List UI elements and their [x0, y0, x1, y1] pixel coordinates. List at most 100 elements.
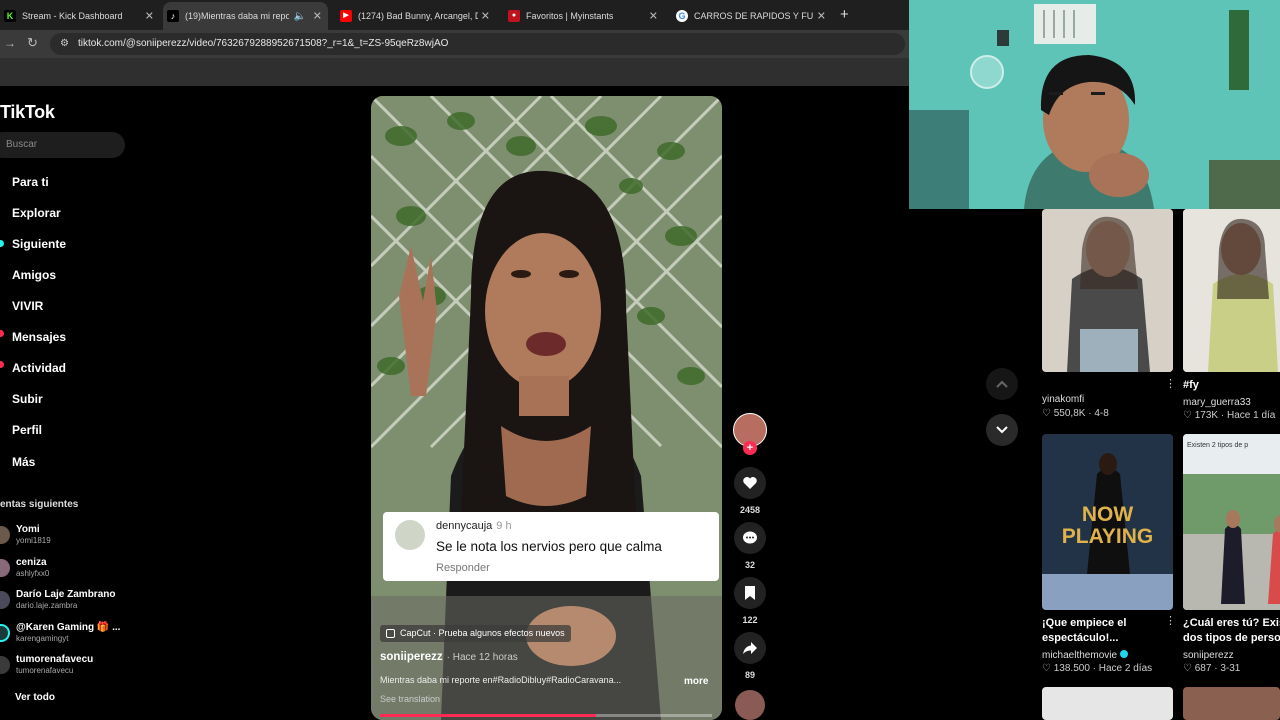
- nav-para-ti[interactable]: Para ti: [12, 175, 49, 189]
- comment-username: dennycauja: [436, 520, 493, 532]
- video-creator[interactable]: michaelthemovie: [1042, 650, 1129, 661]
- progress-fill: [380, 714, 596, 717]
- nav-vivir[interactable]: VIVIR: [12, 299, 43, 313]
- pinned-comment[interactable]: dennycauja 9 h Se le nota los nervios per…: [383, 512, 719, 581]
- comment-text: Se le nota los nervios pero que calma: [436, 539, 662, 554]
- thumbnail-image: [1183, 434, 1280, 610]
- tab-title: (19)Mientras daba mi repor: [185, 11, 289, 21]
- notification-dot: [0, 361, 4, 368]
- google-icon: G: [676, 10, 688, 22]
- tab-title: (1274) Bad Bunny, Arcangel, De: [358, 11, 478, 21]
- new-tab-button[interactable]: +: [840, 6, 849, 23]
- close-tab-icon[interactable]: ✕: [649, 10, 658, 23]
- tab-tiktok-video[interactable]: ♪ (19)Mientras daba mi repor 🔈 ✕: [163, 2, 328, 30]
- forward-icon[interactable]: →: [4, 36, 16, 50]
- comment-user[interactable]: dennycauja 9 h: [436, 520, 512, 532]
- close-tab-icon[interactable]: ✕: [313, 10, 322, 23]
- nav-subir[interactable]: Subir: [12, 392, 43, 406]
- video-title: #fy: [1183, 379, 1199, 391]
- tiktok-icon: ♪: [167, 10, 179, 22]
- video-thumbnail[interactable]: [1042, 209, 1173, 372]
- video-creator[interactable]: soniiperezz: [1183, 650, 1234, 661]
- chevron-down-icon: [996, 426, 1008, 434]
- previous-video-button[interactable]: [986, 368, 1018, 400]
- nav-mas[interactable]: Más: [12, 455, 35, 469]
- site-info-icon[interactable]: ⚙: [60, 38, 69, 49]
- comment-count: 32: [744, 560, 755, 570]
- tiktok-logo[interactable]: TikTok: [0, 102, 55, 123]
- like-count: 2458: [739, 505, 761, 515]
- browser-tab-bar: K Stream - Kick Dashboard ✕ ♪ (19)Mientr…: [0, 0, 910, 30]
- video-thumbnail[interactable]: [1042, 687, 1173, 720]
- posted-time: · Hace 12 horas: [446, 652, 518, 663]
- tab-google-search[interactable]: G CARROS DE RAPIDOS Y FURIOS ✕: [672, 4, 832, 28]
- video-author[interactable]: soniiperezz · Hace 12 horas: [380, 651, 518, 663]
- following-accounts-title: entas siguientes: [0, 499, 79, 510]
- like-button[interactable]: [734, 467, 766, 499]
- tab-myinstants[interactable]: ● Favoritos | Myinstants ✕: [504, 4, 664, 28]
- video-title: ¿Cuál eres tú? Exist: [1183, 617, 1280, 629]
- myinstants-icon: ●: [508, 10, 520, 22]
- video-title-line2: espectáculo!...: [1042, 632, 1119, 644]
- more-button[interactable]: more: [684, 676, 708, 687]
- capcut-icon: [386, 629, 395, 638]
- nav-perfil[interactable]: Perfil: [12, 423, 42, 437]
- address-bar: → ↻ ⚙ tiktok.com/@soniiperezz/video/7632…: [0, 30, 910, 58]
- video-creator[interactable]: yinakomfi: [1042, 394, 1084, 405]
- share-count: 89: [744, 670, 755, 680]
- video-progress-bar[interactable]: [380, 714, 712, 717]
- next-video-button[interactable]: [986, 414, 1018, 446]
- video-description: Mientras daba mi reporte en#RadioDibluy#…: [380, 675, 622, 685]
- youtube-icon: ▶: [340, 10, 352, 22]
- nav-explorar[interactable]: Explorar: [12, 206, 61, 220]
- nav-siguiente[interactable]: Siguiente: [12, 237, 66, 251]
- capcut-badge[interactable]: CapCut · Prueba algunos efectos nuevos: [380, 625, 571, 642]
- account-name: @Karen Gaming 🎁 ...: [16, 622, 121, 633]
- avatar: [0, 526, 10, 544]
- tab-title: CARROS DE RAPIDOS Y FURIOS: [694, 11, 814, 21]
- account-name: Darío Laje Zambrano: [16, 589, 116, 600]
- share-icon: [743, 642, 757, 654]
- see-translation-link[interactable]: See translation: [380, 694, 440, 704]
- close-tab-icon[interactable]: ✕: [481, 10, 490, 23]
- comment-button[interactable]: [734, 522, 766, 554]
- video-title: ¡Que empiece el: [1042, 617, 1127, 629]
- video-thumbnail[interactable]: NOW PLAYING: [1042, 434, 1173, 610]
- bookmarks-bar: [0, 58, 910, 86]
- capcut-label: CapCut · Prueba algunos efectos nuevos: [400, 628, 565, 638]
- follow-plus-icon[interactable]: +: [743, 441, 757, 455]
- search-input[interactable]: Buscar: [0, 132, 125, 158]
- video-thumbnail[interactable]: [1183, 209, 1280, 372]
- reply-button[interactable]: Responder: [436, 562, 490, 574]
- close-tab-icon[interactable]: ✕: [145, 10, 154, 23]
- share-button[interactable]: [734, 632, 766, 664]
- close-tab-icon[interactable]: ✕: [817, 10, 826, 23]
- tab-title: Favoritos | Myinstants: [526, 11, 614, 21]
- avatar: [0, 559, 10, 577]
- video-thumbnail[interactable]: Existen 2 tipos de p: [1183, 434, 1280, 610]
- tab-youtube[interactable]: ▶ (1274) Bad Bunny, Arcangel, De ✕: [336, 4, 496, 28]
- account-handle: yomi1819: [16, 536, 51, 545]
- notification-dot: [0, 330, 4, 337]
- nav-mensajes[interactable]: Mensajes: [12, 330, 66, 344]
- tab-kick-dashboard[interactable]: K Stream - Kick Dashboard ✕: [0, 4, 160, 28]
- account-handle: tumorenafavecu: [16, 666, 74, 675]
- reload-icon[interactable]: ↻: [27, 35, 38, 51]
- video-thumbnail[interactable]: [1183, 687, 1280, 720]
- comment-icon: [743, 531, 757, 544]
- nav-actividad[interactable]: Actividad: [12, 361, 66, 375]
- more-options-icon[interactable]: ⋮: [1165, 377, 1176, 390]
- see-all-link[interactable]: Ver todo: [15, 692, 55, 703]
- nav-amigos[interactable]: Amigos: [12, 268, 56, 282]
- video-creator[interactable]: mary_guerra33: [1183, 397, 1251, 408]
- speaker-icon[interactable]: 🔈: [294, 11, 306, 22]
- now-playing-overlay: NOW PLAYING: [1061, 503, 1154, 548]
- url-field[interactable]: ⚙ tiktok.com/@soniiperezz/video/76326792…: [50, 33, 905, 55]
- screen: K Stream - Kick Dashboard ✕ ♪ (19)Mientr…: [0, 0, 1280, 720]
- account-name: tumorenafavecu: [16, 654, 94, 665]
- notification-dot: [0, 240, 4, 247]
- thumbnail-image: [1183, 209, 1280, 372]
- account-name: ceniza: [16, 557, 47, 568]
- music-disc-avatar[interactable]: [735, 690, 765, 720]
- save-button[interactable]: [734, 577, 766, 609]
